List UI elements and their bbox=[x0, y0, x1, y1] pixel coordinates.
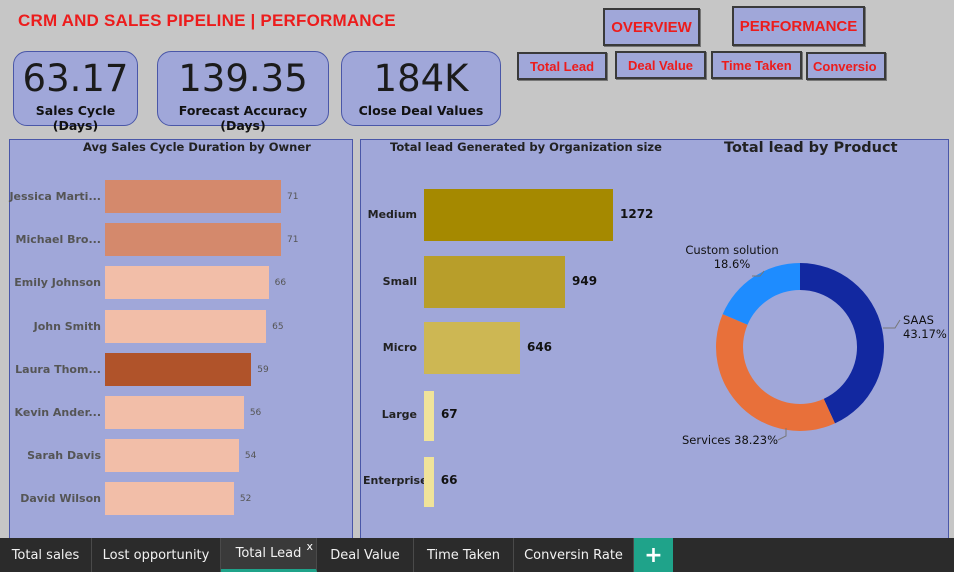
kpi-label: Close Deal Values bbox=[358, 103, 484, 118]
owner-value: 71 bbox=[287, 235, 299, 246]
donut-slice-saas[interactable] bbox=[800, 263, 884, 424]
time-taken-button[interactable]: Time Taken bbox=[711, 51, 802, 79]
org-size-value: 646 bbox=[526, 340, 553, 354]
org-size-value: 949 bbox=[572, 273, 598, 288]
tab-conversin-rate[interactable]: Conversin Rate bbox=[514, 538, 634, 572]
owner-bar[interactable] bbox=[105, 396, 244, 429]
org-size-value: 66 bbox=[440, 473, 458, 487]
owner-value: 65 bbox=[272, 321, 284, 332]
owner-label: David Wilson bbox=[20, 492, 101, 506]
tab-lost-opportunity[interactable]: Lost opportunity bbox=[92, 538, 221, 572]
owner-bar[interactable] bbox=[105, 223, 281, 257]
owner-value: 56 bbox=[249, 408, 262, 418]
deal-value-button[interactable]: Deal Value bbox=[615, 51, 706, 79]
kpi-value: 63.17 bbox=[22, 57, 129, 100]
org-size-value: 1272 bbox=[620, 207, 654, 221]
donut-data-label: Custom solution bbox=[685, 243, 778, 257]
donut-slice-services[interactable] bbox=[716, 314, 835, 431]
owner-value: 59 bbox=[257, 364, 269, 375]
owner-bar[interactable] bbox=[105, 439, 239, 473]
owner-label: Sarah Davis bbox=[27, 449, 101, 463]
owner-bar[interactable] bbox=[105, 180, 281, 213]
donut-data-label: 43.17% bbox=[903, 327, 947, 341]
owner-value: 52 bbox=[239, 494, 252, 505]
owner-bar[interactable] bbox=[105, 266, 269, 300]
kpi-forecast-accuracy: 139.35 Forecast Accuracy (Days) bbox=[157, 51, 329, 133]
kpi-label: Forecast Accuracy (Days) bbox=[178, 103, 308, 133]
kpi-close-deal-values: 184K Close Deal Values bbox=[341, 51, 501, 126]
org-size-bar[interactable] bbox=[424, 255, 565, 308]
org-size-bar[interactable] bbox=[424, 457, 434, 507]
tab-total-sales[interactable]: Total sales bbox=[0, 538, 92, 572]
owner-value: 54 bbox=[244, 451, 257, 462]
org-bar-chart: Medium 1272 Small 949 Micro 646 Large 67 Enterpr… bbox=[360, 160, 660, 530]
org-size-label: Medium bbox=[367, 208, 417, 221]
donut-leader-line bbox=[883, 319, 901, 329]
tab-deal-value[interactable]: Deal Value bbox=[317, 538, 414, 572]
kpi-label: Sales Cycle (Days) bbox=[35, 103, 116, 133]
add-page-button[interactable]: + bbox=[634, 538, 673, 572]
owner-label: John Smith bbox=[33, 319, 101, 333]
owner-value: 66 bbox=[274, 278, 287, 289]
owner-label: Emily Johnson bbox=[14, 276, 101, 290]
donut-data-label: Services 38.23% bbox=[682, 433, 778, 447]
owner-label: Michael Bro... bbox=[15, 233, 101, 247]
org-size-label: Micro bbox=[382, 341, 417, 354]
owner-bar[interactable] bbox=[105, 309, 267, 343]
donut-slice-custom-solution[interactable] bbox=[722, 263, 800, 325]
total-lead-button[interactable]: Total Lead bbox=[517, 52, 607, 80]
conversion-button[interactable]: Conversio bbox=[806, 52, 886, 80]
kpi-sales-cycle: 63.17 Sales Cycle (Days) bbox=[13, 51, 138, 133]
org-size-bar[interactable] bbox=[424, 390, 434, 441]
performance-button[interactable]: PERFORMANCE bbox=[732, 6, 865, 46]
org-size-bar[interactable] bbox=[424, 322, 520, 374]
owner-label: Jessica Marti... bbox=[9, 190, 101, 203]
product-donut-chart: SAAS43.17% Services 38.23% Custom solution… bbox=[682, 243, 947, 447]
close-icon[interactable]: x bbox=[306, 540, 313, 553]
org-size-bar[interactable] bbox=[424, 189, 613, 241]
overview-button[interactable]: OVERVIEW bbox=[603, 8, 700, 46]
org-size-label: Small bbox=[382, 274, 417, 288]
owner-bar[interactable] bbox=[105, 482, 234, 516]
kpi-value: 184K bbox=[373, 57, 469, 100]
donut-data-label: 18.6% bbox=[714, 257, 751, 271]
kpi-value: 139.35 bbox=[178, 57, 308, 100]
org-size-value: 67 bbox=[440, 406, 458, 421]
product-chart-title: Total lead by Product bbox=[724, 140, 898, 156]
org-size-label: Large bbox=[381, 407, 417, 421]
owner-label: Kevin Ander... bbox=[14, 406, 101, 419]
owner-value: 71 bbox=[287, 192, 299, 202]
owner-chart-title: Avg Sales Cycle Duration by Owner bbox=[83, 140, 311, 154]
tab-time-taken[interactable]: Time Taken bbox=[414, 538, 514, 572]
org-chart-title: Total lead Generated by Organization siz… bbox=[390, 140, 662, 154]
donut-leader-line bbox=[777, 428, 787, 441]
tab-total-lead[interactable]: Total Lead x bbox=[221, 538, 317, 572]
owner-bar-chart: Jessica Marti... 71 Michael Bro... 71 Emily … bbox=[9, 160, 353, 530]
page-title: CRM AND SALES PIPELINE | PERFORMANCE bbox=[18, 11, 396, 30]
owner-label: Laura Thom... bbox=[15, 362, 101, 376]
owner-bar[interactable] bbox=[105, 352, 252, 386]
donut-data-label: SAAS bbox=[903, 313, 934, 327]
org-size-label: Enterprise bbox=[363, 474, 428, 487]
